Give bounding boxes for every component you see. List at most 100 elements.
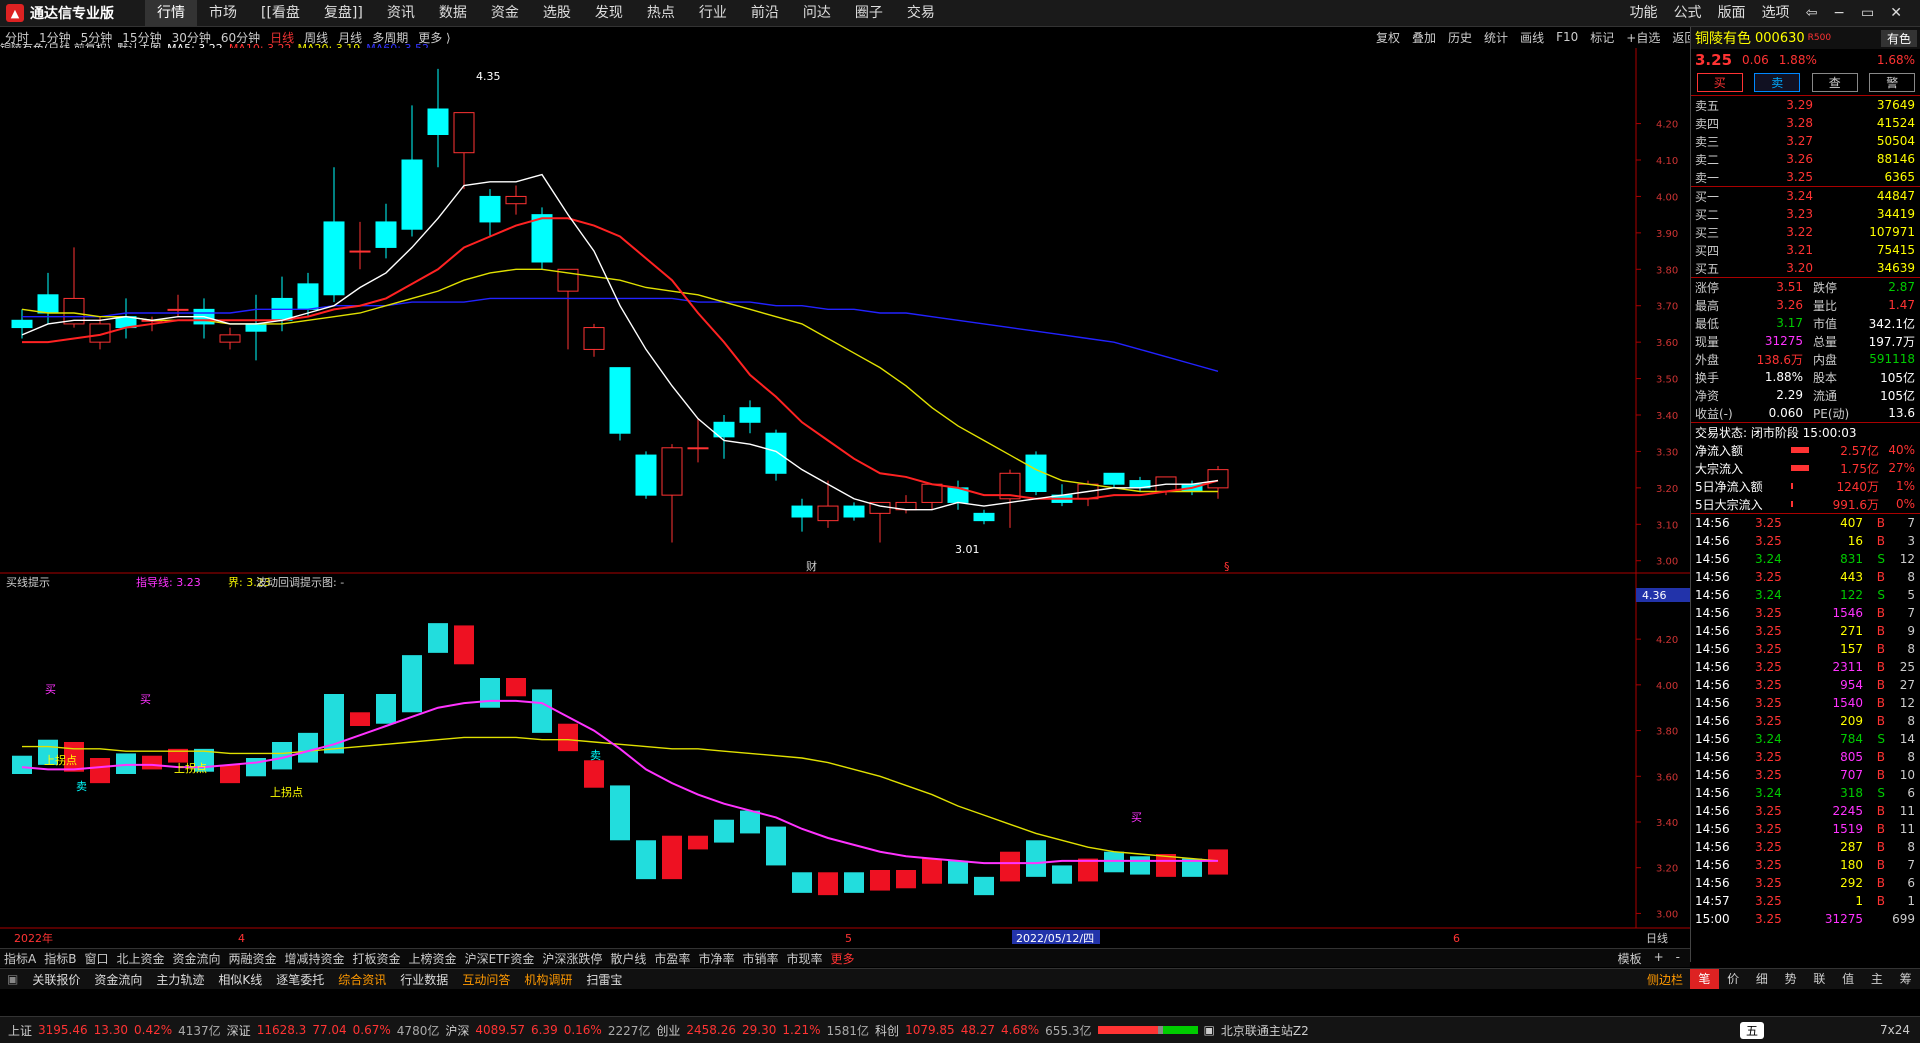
flow-value: 991.6万 xyxy=(1832,497,1879,512)
indicator-tab[interactable]: 指标A xyxy=(0,950,40,967)
top-right-item[interactable]: 公式 xyxy=(1666,0,1710,26)
candle[interactable] xyxy=(765,429,787,481)
quote-tab[interactable]: 势 xyxy=(1776,969,1805,989)
func-tab[interactable]: 机构调研 xyxy=(517,971,579,988)
server-name[interactable]: 北京联通主站Z2 xyxy=(1221,1022,1309,1039)
func-tab[interactable]: 扫雷宝 xyxy=(579,971,629,988)
toolbar-item[interactable]: 统计 xyxy=(1478,29,1514,46)
index-sh[interactable]: 上证 xyxy=(8,1022,32,1039)
func-tab[interactable]: 相似K线 xyxy=(211,971,269,988)
tick-time: 15:00 xyxy=(1695,912,1730,926)
signal-bar xyxy=(90,758,110,784)
menu-item[interactable]: 交易 xyxy=(895,0,947,26)
quote-tab[interactable]: 值 xyxy=(1834,969,1863,989)
news-clock[interactable]: 7x24 xyxy=(1880,1023,1910,1037)
menu-item[interactable]: 热点 xyxy=(635,0,687,26)
indicator-tab[interactable]: 上榜资金 xyxy=(405,950,461,967)
menu-item[interactable]: 行业 xyxy=(687,0,739,26)
hs-value: 4089.57 xyxy=(475,1023,525,1037)
toolbar-item[interactable]: 画线 xyxy=(1514,29,1550,46)
panel-toggle-icon[interactable]: ▣ xyxy=(0,972,25,986)
minimize-icon[interactable]: − xyxy=(1825,0,1853,26)
indicator-tab[interactable]: 沪深ETF资金 xyxy=(461,950,539,967)
book-price: 3.27 xyxy=(1786,134,1813,148)
func-tab[interactable]: 关联报价 xyxy=(25,971,87,988)
indicator-tab[interactable]: 打板资金 xyxy=(349,950,405,967)
index-sz[interactable]: 深证 xyxy=(227,1022,251,1039)
toolbar-item[interactable]: F10 xyxy=(1550,30,1584,44)
func-tab[interactable]: 互动问答 xyxy=(455,971,517,988)
menu-item[interactable]: 选股 xyxy=(531,0,583,26)
indicator-tab[interactable]: 指标B xyxy=(40,950,80,967)
quote-tab[interactable]: 笔 xyxy=(1690,969,1719,989)
indicator-right-item[interactable]: + xyxy=(1648,950,1670,967)
menu-item[interactable]: 数据 xyxy=(427,0,479,26)
menu-item[interactable]: 复盘]] xyxy=(312,0,375,26)
indicator-tab[interactable]: 更多 xyxy=(826,950,858,967)
candle[interactable] xyxy=(609,367,631,441)
toolbar-item[interactable]: 历史 xyxy=(1442,29,1478,46)
app-title: 通达信专业版 xyxy=(30,6,114,22)
top-right-item[interactable]: 选项 xyxy=(1754,0,1798,26)
quote-tab[interactable]: 细 xyxy=(1748,969,1777,989)
menu-item[interactable]: 资金 xyxy=(479,0,531,26)
menu-item[interactable]: [[看盘 xyxy=(249,0,312,26)
indicator-tab[interactable]: 北上资金 xyxy=(112,950,168,967)
top-right-item[interactable]: 版面 xyxy=(1710,0,1754,26)
indicator-tab[interactable]: 市销率 xyxy=(738,950,782,967)
index-kc[interactable]: 科创 xyxy=(875,1022,899,1039)
kline-chart[interactable]: 4.20 4.10 4.00 3.90 3.80 3.70 3.60 3.50 3.40 3.30… xyxy=(0,48,1690,948)
indicator-tab[interactable]: 两融资金 xyxy=(225,950,281,967)
index-cy[interactable]: 创业 xyxy=(656,1022,680,1039)
finance-marker[interactable]: 财 xyxy=(806,559,817,573)
menu-item[interactable]: 圈子 xyxy=(843,0,895,26)
indicator-tab[interactable]: 散户线 xyxy=(606,950,650,967)
quote-tab[interactable]: 筹 xyxy=(1891,969,1920,989)
quote-tab[interactable]: 联 xyxy=(1805,969,1834,989)
indicator-tab[interactable]: 资金流向 xyxy=(168,950,224,967)
menu-item[interactable]: 资讯 xyxy=(375,0,427,26)
func-tab[interactable]: 主力轨迹 xyxy=(149,971,211,988)
buy-button[interactable]: 买 xyxy=(1696,72,1743,92)
indicator-tab[interactable]: 窗口 xyxy=(80,950,112,967)
index-hs[interactable]: 沪深 xyxy=(445,1022,469,1039)
quote-tab[interactable]: 价 xyxy=(1719,969,1748,989)
menu-item[interactable]: 问达 xyxy=(791,0,843,26)
sz-amount: 4780亿 xyxy=(396,1023,440,1038)
toolbar-item[interactable]: +自选 xyxy=(1620,29,1666,46)
candle[interactable] xyxy=(531,207,553,270)
toolbar-item[interactable]: 叠加 xyxy=(1406,29,1442,46)
indicator-tab[interactable]: 市盈率 xyxy=(650,950,694,967)
top-right-item[interactable]: 功能 xyxy=(1622,0,1666,26)
event-marker[interactable]: § xyxy=(1224,560,1230,573)
query-button[interactable]: 查 xyxy=(1811,72,1858,92)
menu-item[interactable]: 前沿 xyxy=(739,0,791,26)
toolbar-item[interactable]: 标记 xyxy=(1584,29,1620,46)
candle[interactable] xyxy=(635,451,657,499)
func-tab[interactable]: 资金流向 xyxy=(87,971,149,988)
close-icon[interactable]: ✕ xyxy=(1882,0,1910,26)
sector-button[interactable]: 有色 xyxy=(1880,29,1917,47)
quote-tab[interactable]: 主 xyxy=(1863,969,1892,989)
func-tab[interactable]: 行业数据 xyxy=(393,971,455,988)
restore-icon[interactable]: ▭ xyxy=(1853,0,1882,26)
sell-button[interactable]: 卖 xyxy=(1754,72,1801,92)
signal-bar-body xyxy=(1104,851,1124,873)
signal-bar-body xyxy=(12,755,32,774)
func-tab[interactable]: 综合资讯 xyxy=(331,971,393,988)
sidebar-button[interactable]: 侧边栏 xyxy=(1640,971,1690,988)
ime-indicator[interactable]: 五 xyxy=(1739,1021,1764,1039)
alert-button[interactable]: 警 xyxy=(1869,72,1916,92)
menu-item[interactable]: 行情 xyxy=(145,0,197,26)
indicator-right-item[interactable]: 模板 xyxy=(1612,950,1648,967)
indicator-tab[interactable]: 增减持资金 xyxy=(281,950,349,967)
toolbar-item[interactable]: 复权 xyxy=(1370,29,1406,46)
back-icon[interactable]: ⇦ xyxy=(1798,0,1826,26)
menu-item[interactable]: 市场 xyxy=(197,0,249,26)
func-tab[interactable]: 逐笔委托 xyxy=(269,971,331,988)
menu-item[interactable]: 发现 xyxy=(583,0,635,26)
indicator-tab[interactable]: 沪深涨跌停 xyxy=(538,950,606,967)
indicator-tab[interactable]: 市净率 xyxy=(694,950,738,967)
indicator-right-item[interactable]: - xyxy=(1670,950,1686,967)
indicator-tab[interactable]: 市现率 xyxy=(782,950,826,967)
